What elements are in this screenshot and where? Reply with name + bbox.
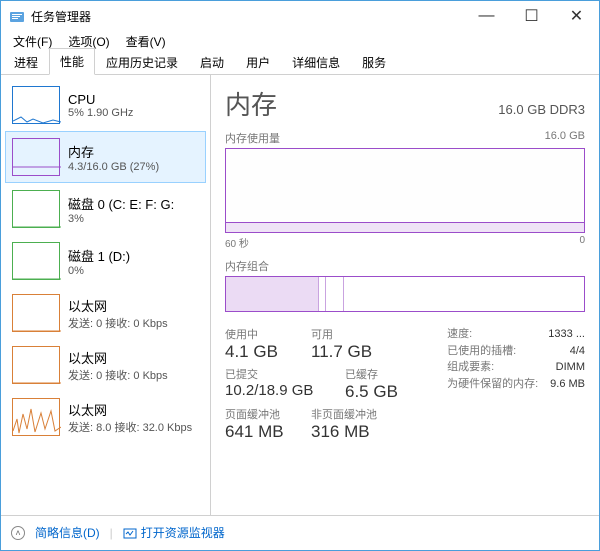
spec-slots-label: 已使用的插槽: (447, 343, 516, 360)
app-icon (9, 8, 25, 24)
sidebar-item-5[interactable]: 以太网发送: 0 接收: 0 Kbps (5, 339, 206, 391)
resource-monitor-label: 打开资源监视器 (141, 524, 225, 541)
stat-cached-label: 已缓存 (345, 366, 431, 382)
composition-label: 内存组合 (225, 258, 269, 274)
sidebar-item-sub: 5% 1.90 GHz (68, 107, 133, 119)
stat-in-use-label: 使用中 (225, 326, 311, 342)
usage-fill (226, 222, 584, 232)
tab-app-history[interactable]: 应用历史记录 (95, 49, 189, 75)
sidebar-graph-disk (12, 242, 60, 280)
sidebar-item-2[interactable]: 磁盘 0 (C: E: F: G:3% (5, 183, 206, 235)
monitor-icon (123, 526, 137, 540)
axis-right: 0 (579, 235, 585, 250)
sidebar-item-title: 以太网 (68, 348, 168, 367)
sidebar-graph-eth (12, 346, 60, 384)
close-button[interactable]: ✕ (554, 1, 599, 31)
sidebar-item-sub: 发送: 8.0 接收: 32.0 Kbps (68, 419, 192, 435)
main-panel: 内存 16.0 GB DDR3 内存使用量 16.0 GB 60 秒 0 内存组… (211, 75, 599, 515)
axis-left: 60 秒 (225, 235, 249, 250)
sidebar-item-3[interactable]: 磁盘 1 (D:)0% (5, 235, 206, 287)
spec-speed: 1333 ... (548, 326, 585, 343)
memory-composition-graph[interactable] (225, 276, 585, 312)
sidebar-item-title: 内存 (68, 142, 159, 161)
sidebar-graph-disk (12, 190, 60, 228)
stat-paged: 641 MB (225, 422, 311, 442)
spec-slots: 4/4 (570, 343, 585, 360)
sidebar-item-sub: 发送: 0 接收: 0 Kbps (68, 367, 168, 383)
sidebar-item-title: 磁盘 1 (D:) (68, 246, 130, 265)
stat-available: 11.7 GB (311, 342, 397, 362)
stat-committed: 10.2/18.9 GB (225, 382, 345, 399)
spec-speed-label: 速度: (447, 326, 472, 343)
sidebar-graph-eth (12, 294, 60, 332)
content: CPU5% 1.90 GHz内存4.3/16.0 GB (27%)磁盘 0 (C… (1, 75, 599, 515)
tab-services[interactable]: 服务 (351, 49, 397, 75)
spec-table: 速度: 1333 ... 已使用的插槽: 4/4 组成要素: DIMM 为硬件保留的内… (447, 326, 585, 442)
sidebar: CPU5% 1.90 GHz内存4.3/16.0 GB (27%)磁盘 0 (C… (1, 75, 211, 515)
sidebar-item-title: 磁盘 0 (C: E: F: G: (68, 194, 174, 213)
stat-nonpaged: 316 MB (311, 422, 397, 442)
sidebar-item-sub: 发送: 0 接收: 0 Kbps (68, 315, 168, 331)
stat-nonpaged-label: 非页面缓冲池 (311, 406, 397, 422)
sidebar-graph-eth (12, 398, 60, 436)
sidebar-item-sub: 3% (68, 213, 174, 225)
sidebar-item-title: CPU (68, 92, 133, 107)
tab-processes[interactable]: 进程 (3, 49, 49, 75)
sidebar-item-title: 以太网 (68, 296, 168, 315)
sidebar-graph-mem (12, 138, 60, 176)
stat-paged-label: 页面缓冲池 (225, 406, 311, 422)
bottom-bar: ˄ 简略信息(D) | 打开资源监视器 (1, 515, 599, 549)
minimize-button[interactable]: — (464, 1, 509, 31)
stat-committed-label: 已提交 (225, 366, 345, 382)
stat-available-label: 可用 (311, 326, 397, 342)
sidebar-item-4[interactable]: 以太网发送: 0 接收: 0 Kbps (5, 287, 206, 339)
page-title: 内存 (225, 85, 277, 122)
tab-users[interactable]: 用户 (235, 49, 281, 75)
tab-startup[interactable]: 启动 (189, 49, 235, 75)
comp-divider1 (319, 277, 326, 311)
sidebar-item-sub: 0% (68, 265, 130, 277)
open-resource-monitor-link[interactable]: 打开资源监视器 (123, 524, 225, 541)
usage-graph-max: 16.0 GB (545, 130, 585, 146)
window-title: 任务管理器 (31, 8, 464, 25)
sidebar-item-title: 以太网 (68, 400, 192, 419)
chevron-up-icon[interactable]: ˄ (11, 526, 25, 540)
spec-form-label: 组成要素: (447, 359, 494, 376)
spec-reserved-label: 为硬件保留的内存: (447, 376, 538, 393)
sidebar-item-1[interactable]: 内存4.3/16.0 GB (27%) (5, 131, 206, 183)
comp-free (344, 277, 584, 311)
tab-performance[interactable]: 性能 (49, 48, 95, 75)
memory-usage-graph[interactable] (225, 148, 585, 233)
title-bar: 任务管理器 — ☐ ✕ (1, 1, 599, 31)
stat-cached: 6.5 GB (345, 382, 431, 402)
sidebar-item-6[interactable]: 以太网发送: 8.0 接收: 32.0 Kbps (5, 391, 206, 443)
stat-in-use: 4.1 GB (225, 342, 311, 362)
fewer-details-link[interactable]: 简略信息(D) (35, 524, 100, 541)
sidebar-graph-cpu (12, 86, 60, 124)
sidebar-item-0[interactable]: CPU5% 1.90 GHz (5, 79, 206, 131)
memory-capacity: 16.0 GB DDR3 (498, 102, 585, 117)
comp-divider2 (326, 277, 344, 311)
maximize-button[interactable]: ☐ (509, 1, 554, 31)
spec-reserved: 9.6 MB (550, 376, 585, 393)
spec-form: DIMM (556, 359, 585, 376)
sidebar-item-sub: 4.3/16.0 GB (27%) (68, 161, 159, 173)
tab-strip: 进程 性能 应用历史记录 启动 用户 详细信息 服务 (1, 51, 599, 75)
tab-details[interactable]: 详细信息 (281, 49, 351, 75)
comp-in-use (226, 277, 319, 311)
usage-graph-label: 内存使用量 (225, 130, 280, 146)
